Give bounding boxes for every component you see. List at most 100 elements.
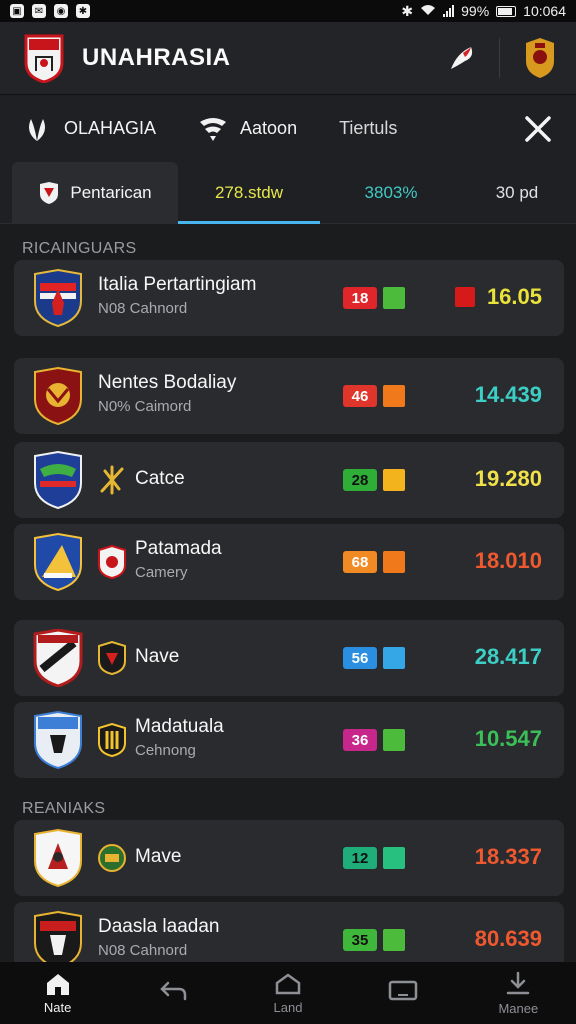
score-badge: 18: [343, 287, 377, 309]
score-badge: 56: [343, 647, 377, 669]
tab-stat-3[interactable]: 30 pd: [462, 162, 572, 223]
tab-stat-2[interactable]: 3803%: [320, 162, 462, 223]
match-card[interactable]: Catce 28 19.280: [14, 442, 564, 518]
tab-pentarican[interactable]: Pentarican: [12, 162, 178, 223]
wave-icon: [200, 117, 227, 141]
notification-icon: ◉: [54, 4, 68, 18]
tab-value: 3803%: [364, 182, 418, 202]
team-crest-small-icon: [98, 844, 126, 872]
app-header: UNAHRASIA: [0, 22, 576, 94]
status-bar: ▣ ✉ ◉ ✱ ✱ 99% 10:064: [0, 0, 576, 22]
status-square: [383, 847, 405, 869]
match-card[interactable]: Nave 56 28.417: [14, 620, 564, 696]
team-name: Catce: [135, 468, 185, 489]
team-name: Nentes Bodaliay: [98, 372, 237, 393]
filter-label: Aatoon: [240, 118, 298, 138]
odds-value: 19.280: [474, 466, 542, 491]
status-square: [383, 469, 405, 491]
lizard-icon: [100, 465, 124, 495]
close-icon[interactable]: [522, 113, 554, 145]
team-name: Italia Pertartingiam: [98, 274, 257, 295]
score-badge: 28: [343, 469, 377, 491]
bluetooth-icon: ✱: [401, 2, 414, 19]
tab-value: 30 pd: [495, 182, 539, 202]
tablet-icon: [388, 980, 418, 1001]
match-card[interactable]: Madatuala Cehnong 36 10.547: [14, 702, 564, 778]
divider: [499, 38, 500, 78]
shield-icon: [40, 181, 59, 204]
team-crest-icon: [34, 367, 82, 425]
clock: 10:064: [523, 3, 566, 19]
team-crest-small-icon: [98, 723, 126, 757]
odds-value: 28.417: [474, 644, 542, 669]
filter-aatoon[interactable]: Aatoon: [198, 116, 297, 142]
odds-value: 16.05: [486, 284, 542, 309]
nav-land[interactable]: Land: [243, 972, 333, 1015]
status-square: [383, 647, 405, 669]
team-name: Daasla laadan: [98, 916, 220, 937]
team-crest-icon: [34, 451, 82, 509]
team-crest-icon: [33, 629, 83, 687]
home-icon: [46, 973, 69, 995]
nav-home[interactable]: Nate: [13, 972, 103, 1015]
team-crest-small-icon: [98, 641, 126, 675]
team-crest-small-icon: [98, 545, 126, 579]
notification-icon: ▣: [10, 4, 24, 18]
status-square: [383, 929, 405, 951]
download-icon: [507, 971, 530, 994]
battery-percent: 99%: [461, 3, 490, 19]
match-card[interactable]: Italia Pertartingiam N08 Cahnord 18 16.0…: [14, 260, 564, 336]
team-subtitle: Camery: [135, 564, 188, 581]
match-list: RICAINGUARS Italia Pertartingiam N08 Cah…: [0, 224, 576, 978]
score-badge: 68: [343, 551, 377, 573]
tab-stat-1[interactable]: 278.stdw: [178, 162, 320, 223]
odds-value: 18.337: [474, 844, 542, 869]
team-subtitle: N0% Caimord: [98, 398, 192, 415]
team-crest-icon: [34, 533, 82, 591]
match-card[interactable]: Mave 12 18.337: [14, 820, 564, 896]
team-crest-icon: [34, 911, 82, 969]
odds-value: 10.547: [474, 726, 542, 751]
filter-row: OLAHAGIA Aatoon Tiertuls: [0, 94, 576, 162]
team-crest-icon: [34, 829, 82, 887]
filter-olahagia[interactable]: OLAHAGIA: [22, 114, 156, 144]
profile-badge-icon[interactable]: [522, 37, 558, 79]
app-logo-icon[interactable]: [22, 33, 66, 83]
odds-value: 14.439: [474, 382, 542, 407]
tab-bar: Pentarican 278.stdw 3803% 30 pd: [0, 162, 576, 224]
status-square: [383, 287, 405, 309]
app-title: UNAHRASIA: [82, 44, 231, 71]
team-name: Patamada: [135, 538, 222, 559]
status-square: [383, 385, 405, 407]
team-crest-icon: [34, 711, 82, 769]
team-subtitle: N08 Cahnord: [98, 300, 188, 317]
odds-value: 80.639: [474, 926, 542, 951]
nav-manee[interactable]: Manee: [473, 971, 563, 1016]
flame-icon[interactable]: [447, 43, 477, 73]
score-badge: 36: [343, 729, 377, 751]
team-name: Mave: [135, 846, 182, 867]
nav-tablet[interactable]: [358, 979, 448, 1007]
nav-label: Manee: [498, 1000, 539, 1016]
nav-label: Nate: [43, 999, 72, 1015]
score-badge: 12: [343, 847, 377, 869]
wifi-icon: [420, 3, 436, 19]
match-card[interactable]: Nentes Bodaliay N0% Caimord 46 14.439: [14, 358, 564, 434]
tab-label: Pentarican: [70, 182, 152, 202]
filter-label: OLAHAGIA: [64, 118, 157, 138]
section-title: RICAINGUARS: [22, 240, 137, 257]
odds-value: 18.010: [474, 548, 542, 573]
leaf-icon: [29, 118, 45, 141]
team-name: Nave: [135, 646, 180, 667]
filter-tiertuls[interactable]: Tiertuls: [339, 118, 397, 139]
nav-back[interactable]: [128, 979, 218, 1007]
team-crest-icon: [34, 269, 82, 327]
bottom-nav: Nate Land Manee: [0, 962, 576, 1024]
triangle-icon: [275, 972, 301, 994]
team-subtitle: Cehnong: [135, 742, 196, 759]
filter-label: Tiertuls: [339, 118, 398, 138]
match-card[interactable]: Patamada Camery 68 18.010: [14, 524, 564, 600]
notification-icon: ✉: [32, 4, 46, 18]
section-title: REANIAKS: [22, 800, 106, 817]
status-square: [383, 729, 405, 751]
